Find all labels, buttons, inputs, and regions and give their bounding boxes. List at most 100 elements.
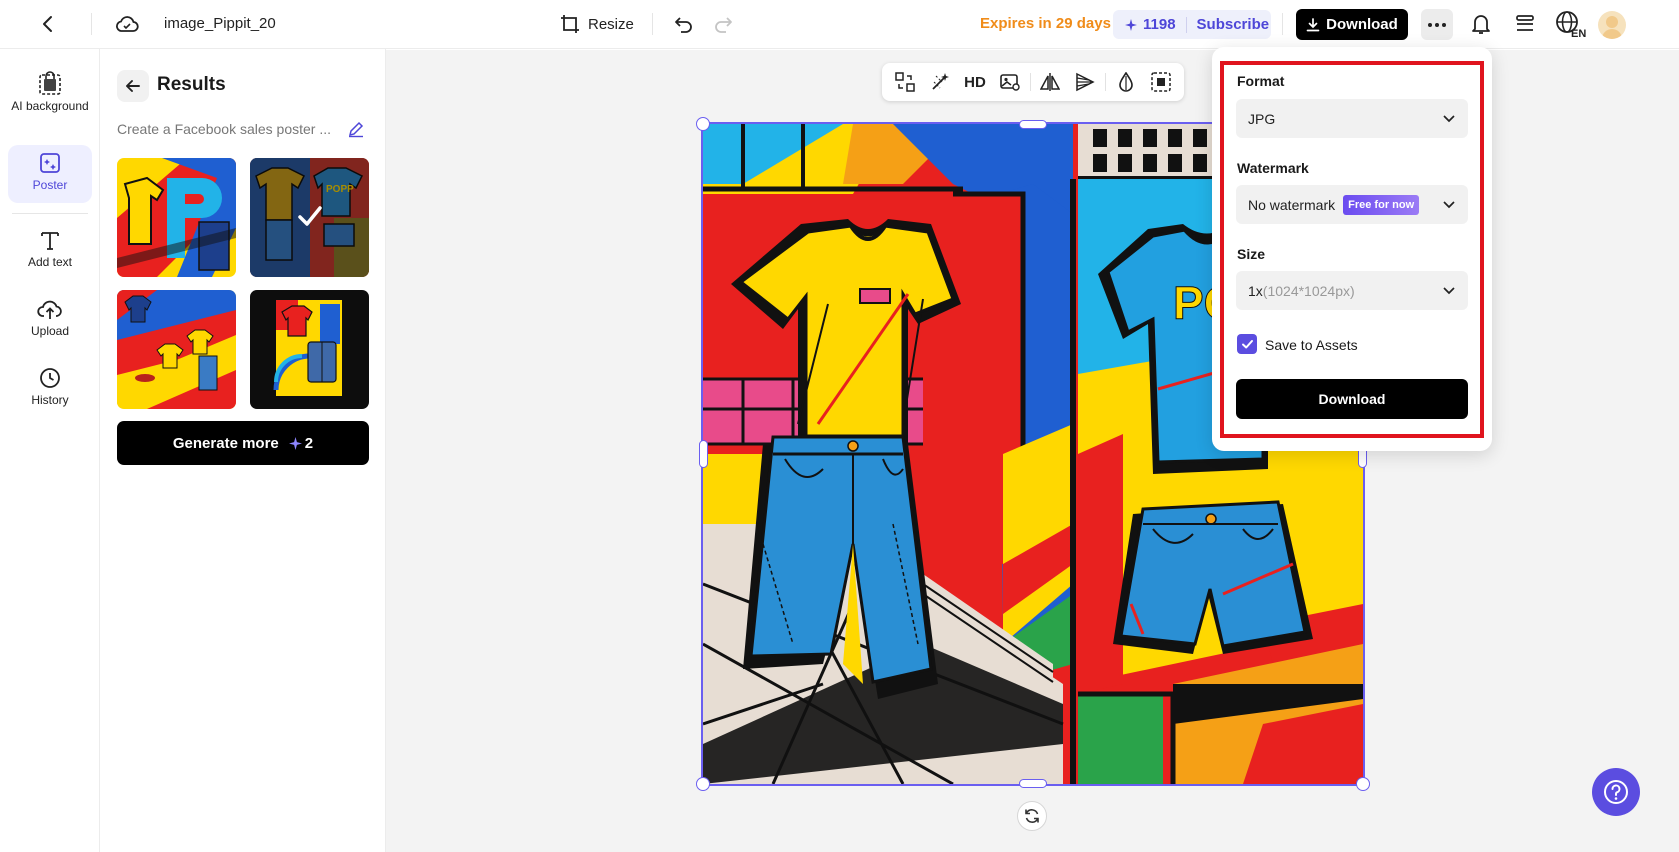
rail-label: Upload (30, 324, 70, 338)
divider (91, 13, 92, 35)
more-options-button[interactable] (1421, 9, 1453, 40)
chevron-left-icon (43, 16, 52, 32)
annotation-highlight-box (1220, 61, 1484, 438)
magic-wand-icon (932, 73, 950, 90)
replace-tool-button[interactable] (890, 67, 920, 97)
hd-upscale-button[interactable]: HD (960, 67, 990, 97)
divider (652, 13, 653, 35)
expiry-notice: Expires in 29 days (980, 15, 1111, 32)
redo-button[interactable] (708, 10, 738, 38)
globe-icon: EN (1556, 11, 1586, 39)
poster-thumbnail-image: POPP (250, 158, 369, 277)
avatar[interactable] (1598, 11, 1626, 39)
layers-icon (1516, 15, 1534, 31)
flip-icon (1040, 73, 1061, 91)
back-button[interactable] (32, 10, 64, 38)
divider (1104, 73, 1106, 91)
poster-thumbnail-image (117, 290, 236, 409)
image-edit-toolbar: HD (882, 63, 1184, 101)
undo-icon (675, 17, 692, 33)
edit-prompt-button[interactable] (347, 120, 367, 140)
rail-label: Add text (27, 255, 73, 269)
rail-item-upload[interactable]: Upload (8, 298, 92, 346)
perspective-button[interactable] (1070, 67, 1100, 97)
pencil-icon (348, 121, 364, 138)
resize-handle-bottom[interactable] (1019, 779, 1047, 788)
droplet-icon (1118, 72, 1133, 92)
cloud-icon (116, 16, 139, 32)
rail-label: Poster (32, 178, 68, 192)
resize-icon (561, 15, 579, 33)
document-title[interactable]: image_Pippit_20 (164, 15, 276, 32)
question-circle-icon (1604, 780, 1628, 804)
text-icon (41, 232, 59, 250)
sparkle-icon (288, 436, 302, 450)
resize-handle-bottom-left[interactable] (696, 777, 710, 791)
credits-subscribe-pill[interactable]: 1198 Subscribe (1113, 10, 1271, 39)
perspective-icon (1076, 72, 1095, 92)
swap-icon (895, 72, 916, 92)
results-back-button[interactable] (117, 70, 149, 102)
download-icon (1306, 17, 1320, 31)
result-thumbnail[interactable] (117, 290, 236, 409)
rail-item-poster[interactable]: Poster (8, 145, 92, 203)
poster-thumbnail-image (250, 290, 369, 409)
results-title: Results (157, 74, 226, 95)
result-thumbnail[interactable] (250, 290, 369, 409)
notifications-button[interactable] (1466, 10, 1496, 38)
divider (1185, 16, 1187, 33)
rotate-button[interactable] (1017, 801, 1047, 831)
magic-erase-button[interactable] (925, 67, 955, 97)
upload-icon (37, 300, 62, 319)
flip-button[interactable] (1035, 67, 1065, 97)
language-code: EN (1571, 28, 1586, 39)
generate-more-button[interactable]: Generate more 2 (117, 421, 369, 465)
generate-cost: 2 (288, 434, 314, 452)
divider (12, 213, 88, 214)
arrow-left-icon (126, 80, 140, 92)
image-edit-icon (999, 74, 1020, 91)
cloud-sync-button[interactable] (110, 10, 144, 38)
sparkle-icon (1125, 18, 1137, 31)
download-label: Download (1326, 16, 1398, 33)
resize-handle-left[interactable] (699, 440, 708, 468)
bell-icon (1472, 15, 1490, 34)
generate-cost-value: 2 (304, 434, 314, 452)
top-header: image_Pippit_20 Resize Expires in 29 day… (0, 0, 1679, 49)
generate-more-label: Generate more (172, 434, 279, 452)
prompt-text: Create a Facebook sales poster ... (117, 121, 331, 137)
redo-icon (715, 17, 732, 33)
rail-label: AI background (11, 99, 89, 113)
resize-label: Resize (588, 15, 634, 33)
resize-button[interactable]: Resize (560, 10, 634, 38)
credits-count: 1198 (1143, 16, 1176, 33)
undo-button[interactable] (669, 10, 699, 38)
tool-rail: AI background Poster Add text Upload His… (0, 49, 100, 852)
crop-select-button[interactable] (1146, 67, 1176, 97)
history-icon (40, 368, 60, 388)
result-thumbnail-selected[interactable]: POPP (250, 158, 369, 277)
rail-item-ai-background[interactable]: AI background (8, 67, 92, 141)
language-button[interactable]: EN (1554, 8, 1588, 40)
resize-handle-top-left[interactable] (696, 117, 710, 131)
divider (1029, 73, 1031, 91)
image-adjust-button[interactable] (995, 67, 1025, 97)
rotate-icon (1025, 809, 1039, 823)
rail-item-add-text[interactable]: Add text (8, 229, 92, 277)
subscribe-link[interactable]: Subscribe (1197, 16, 1270, 33)
opacity-button[interactable] (1111, 67, 1141, 97)
divider (1282, 13, 1283, 35)
rail-item-history[interactable]: History (8, 367, 92, 415)
resize-handle-bottom-right[interactable] (1356, 777, 1370, 791)
download-button[interactable]: Download (1296, 9, 1408, 40)
help-button[interactable] (1592, 768, 1640, 816)
result-thumbnail[interactable] (117, 158, 236, 277)
select-crop-icon (1150, 72, 1171, 92)
resize-handle-top[interactable] (1019, 120, 1047, 129)
ai-background-icon (39, 71, 61, 95)
poster-thumbnail-image (117, 158, 236, 277)
rail-label: History (31, 393, 69, 407)
poster-icon (40, 153, 60, 173)
more-horizontal-icon (1428, 22, 1446, 27)
layers-button[interactable] (1510, 10, 1540, 38)
